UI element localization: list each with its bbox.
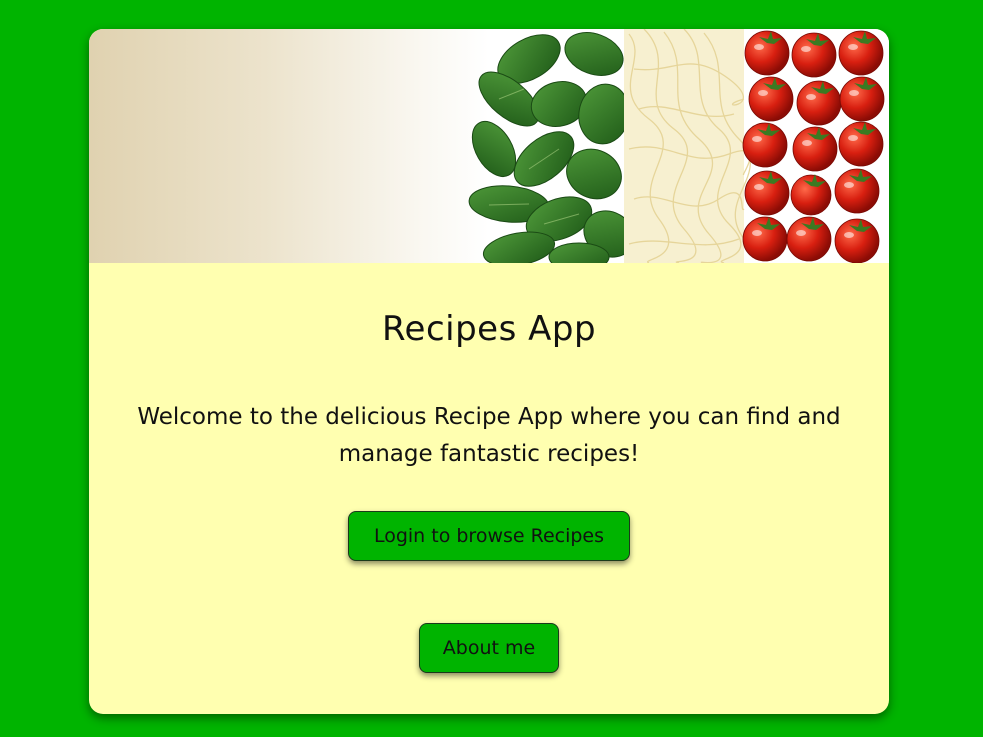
cherry-tomatoes	[742, 30, 885, 263]
basil-pasta-tomatoes-icon	[468, 29, 885, 263]
page-title: Recipes App	[381, 309, 597, 349]
welcome-message: Welcome to the delicious Recipe App wher…	[137, 404, 841, 467]
hero-banner	[89, 29, 889, 263]
basil-leaves	[468, 32, 635, 263]
login-button[interactable]: Login to browse Recipes	[348, 511, 630, 561]
welcome-card: Recipes App Welcome to the delicious Rec…	[89, 29, 889, 714]
about-me-button[interactable]: About me	[419, 623, 559, 673]
